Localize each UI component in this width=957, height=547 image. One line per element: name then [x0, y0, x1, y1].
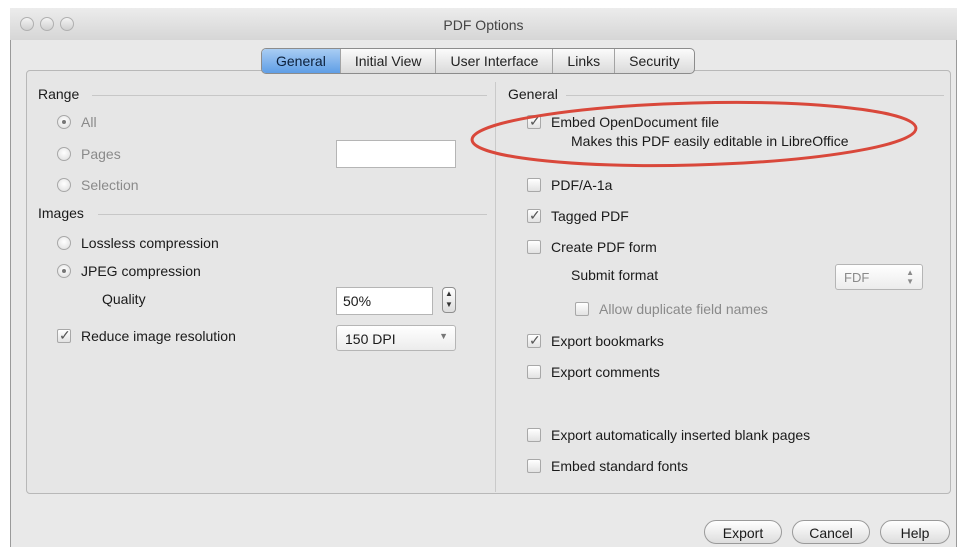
tab-security[interactable]: Security: [615, 49, 694, 73]
lossless-radio[interactable]: [57, 236, 71, 250]
range-selection-label: Selection: [81, 177, 139, 193]
submit-format-select[interactable]: FDF ▲ ▼: [835, 264, 923, 290]
tagged-pdf-label: Tagged PDF: [551, 208, 629, 224]
pdfa-label: PDF/A-1a: [551, 177, 613, 193]
tab-links[interactable]: Links: [553, 49, 616, 73]
reduce-resolution-checkbox[interactable]: [57, 327, 71, 344]
window-title: PDF Options: [443, 17, 524, 33]
tab-general[interactable]: General: [262, 49, 341, 73]
embed-standard-fonts-checkbox[interactable]: [527, 459, 541, 473]
pdfa-checkbox[interactable]: [527, 178, 541, 192]
cancel-button[interactable]: Cancel: [792, 520, 870, 544]
jpeg-label: JPEG compression: [81, 263, 201, 279]
create-form-checkbox[interactable]: [527, 240, 541, 254]
export-comments-checkbox[interactable]: [527, 365, 541, 379]
pages-input[interactable]: [336, 140, 456, 168]
title-bar: PDF Options: [10, 8, 957, 41]
tab-bar: General Initial View User Interface Link…: [261, 48, 695, 74]
resolution-value: 150 DPI: [345, 331, 396, 347]
chevron-down-icon: ▼: [439, 331, 448, 341]
tab-user-interface[interactable]: User Interface: [436, 49, 554, 73]
quality-label: Quality: [102, 291, 146, 307]
export-blank-pages-checkbox[interactable]: [527, 428, 541, 442]
export-comments-label: Export comments: [551, 364, 660, 380]
lossless-label: Lossless compression: [81, 235, 219, 251]
allow-duplicate-checkbox[interactable]: [575, 302, 589, 316]
tagged-pdf-checkbox[interactable]: [527, 207, 541, 224]
range-divider: [92, 95, 487, 96]
embed-standard-fonts-label: Embed standard fonts: [551, 458, 688, 474]
range-all-label: All: [81, 114, 97, 130]
reduce-resolution-label: Reduce image resolution: [81, 328, 236, 344]
tab-initial-view[interactable]: Initial View: [341, 49, 437, 73]
range-heading: Range: [38, 86, 80, 102]
submit-format-value: FDF: [844, 270, 870, 285]
range-selection-radio[interactable]: [57, 178, 71, 192]
images-heading: Images: [38, 205, 84, 221]
export-bookmarks-checkbox[interactable]: [527, 332, 541, 349]
allow-duplicate-label: Allow duplicate field names: [599, 301, 768, 317]
help-button[interactable]: Help: [880, 520, 950, 544]
range-pages-label: Pages: [81, 146, 121, 162]
range-all-radio[interactable]: [57, 115, 71, 129]
resolution-select[interactable]: 150 DPI ▼: [336, 325, 456, 351]
create-form-label: Create PDF form: [551, 239, 657, 255]
annotation-ellipse: [470, 100, 918, 168]
quality-input[interactable]: 50%: [336, 287, 433, 315]
jpeg-radio[interactable]: [57, 264, 71, 278]
export-bookmarks-label: Export bookmarks: [551, 333, 664, 349]
export-blank-pages-label: Export automatically inserted blank page…: [551, 427, 811, 443]
export-button[interactable]: Export: [704, 520, 782, 544]
range-pages-radio[interactable]: [57, 147, 71, 161]
quality-stepper[interactable]: ▲ ▼: [442, 287, 456, 313]
updown-arrows-icon: ▲ ▼: [906, 268, 914, 286]
images-divider: [98, 214, 487, 215]
submit-format-label: Submit format: [571, 267, 659, 283]
